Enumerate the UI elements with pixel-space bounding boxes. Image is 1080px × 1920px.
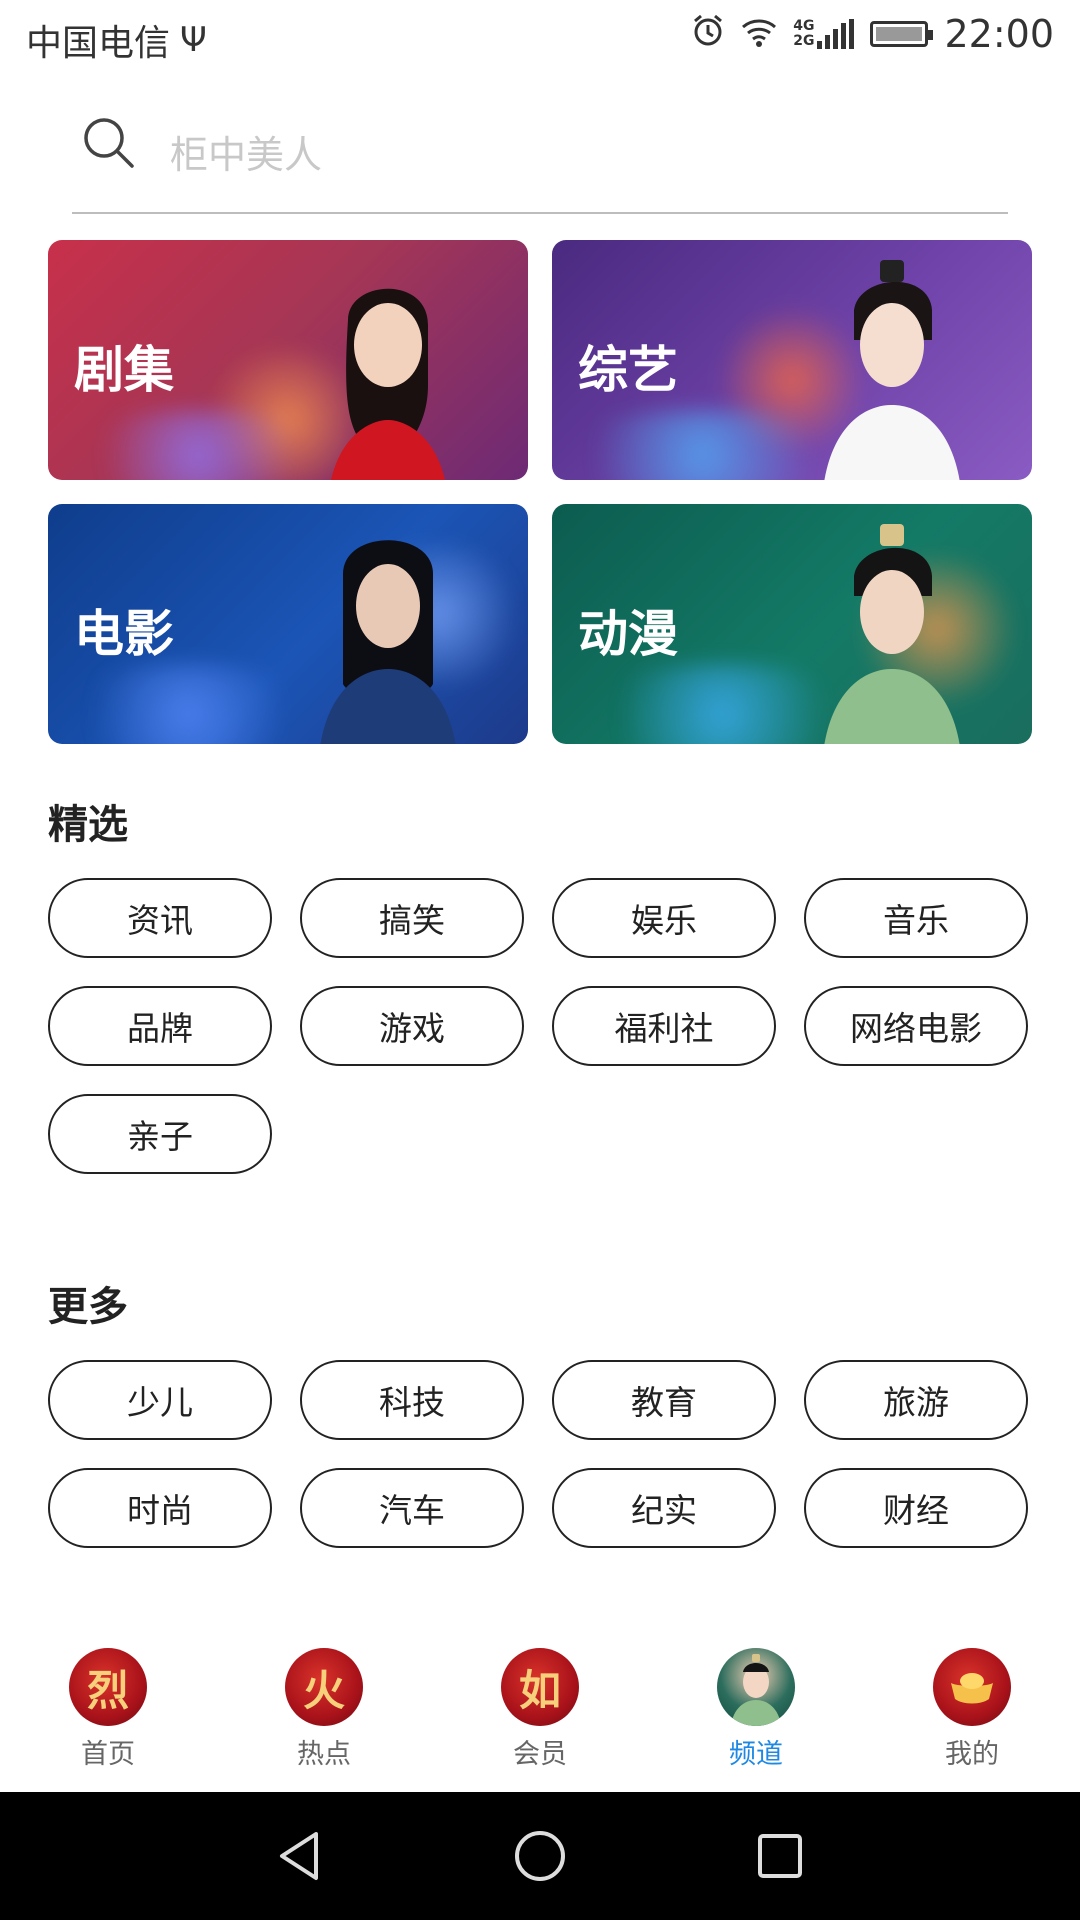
category-card-movie[interactable]: 电影 [48, 504, 528, 744]
tag-button[interactable]: 纪实 [552, 1468, 776, 1548]
channel-avatar-icon [717, 1648, 795, 1726]
actor-image [824, 260, 960, 480]
tag-button[interactable]: 汽车 [300, 1468, 524, 1548]
actor-image [824, 524, 960, 744]
category-label: 动漫 [578, 605, 678, 663]
category-label: 剧集 [74, 341, 174, 399]
nav-item-hot[interactable]: 火 热点 [254, 1648, 394, 1771]
back-icon[interactable] [270, 1826, 330, 1886]
tag-button[interactable]: 资讯 [48, 878, 272, 958]
battery-icon [870, 21, 934, 47]
category-card-series[interactable]: 剧集 [48, 240, 528, 480]
tag-button[interactable]: 旅游 [804, 1360, 1028, 1440]
wifi-icon [741, 12, 777, 56]
tag-button[interactable]: 科技 [300, 1360, 524, 1440]
tag-button[interactable]: 娱乐 [552, 878, 776, 958]
search-bar[interactable] [72, 110, 1008, 214]
signal-icon [814, 19, 855, 49]
gold-ingot-icon [933, 1648, 1011, 1726]
nav-item-vip[interactable]: 如 会员 [470, 1648, 610, 1771]
section-title-more: 更多 [48, 1284, 128, 1330]
fire-icon: 火 [285, 1648, 363, 1726]
tag-button[interactable]: 教育 [552, 1360, 776, 1440]
section-title-featured: 精选 [48, 802, 128, 848]
status-bar: 中国电信 Ψ 4G 2G 22:00 [0, 0, 1080, 74]
category-card-variety[interactable]: 综艺 [552, 240, 1032, 480]
vip-icon: 如 [501, 1648, 579, 1726]
search-input[interactable] [168, 124, 932, 186]
category-label: 综艺 [578, 341, 678, 399]
home-icon: 烈 [69, 1648, 147, 1726]
tag-button[interactable]: 游戏 [300, 986, 524, 1066]
bottom-nav: 烈 首页 火 热点 如 会员 频道 我的 [0, 1630, 1080, 1792]
system-nav-bar [0, 1792, 1080, 1920]
carrier-name: 中国电信 [26, 23, 171, 64]
nav-item-home[interactable]: 烈 首页 [38, 1648, 178, 1771]
tag-button[interactable]: 时尚 [48, 1468, 272, 1548]
nav-label: 我的 [945, 1739, 999, 1770]
category-label: 电影 [74, 605, 174, 663]
tag-button[interactable]: 亲子 [48, 1094, 272, 1174]
nav-item-channels[interactable]: 频道 [686, 1648, 826, 1771]
tag-button[interactable]: 少儿 [48, 1360, 272, 1440]
tag-button[interactable]: 福利社 [552, 986, 776, 1066]
actor-image [331, 288, 445, 480]
category-card-anime[interactable]: 动漫 [552, 504, 1032, 744]
tag-button[interactable]: 网络电影 [804, 986, 1028, 1066]
tag-button[interactable]: 财经 [804, 1468, 1028, 1548]
tag-button[interactable]: 搞笑 [300, 878, 524, 958]
alarm-icon [691, 12, 725, 56]
network-type-label: 4G 2G [793, 18, 815, 49]
tag-button[interactable]: 音乐 [804, 878, 1028, 958]
recents-icon[interactable] [750, 1826, 810, 1886]
nav-label: 会员 [513, 1739, 567, 1770]
nav-label: 首页 [81, 1739, 135, 1770]
clock-time: 22:00 [944, 12, 1054, 56]
nav-label: 热点 [297, 1739, 351, 1770]
usb-icon: Ψ [180, 20, 207, 60]
tag-button[interactable]: 品牌 [48, 986, 272, 1066]
home-circle-icon[interactable] [510, 1826, 570, 1886]
search-icon[interactable] [82, 116, 136, 170]
nav-label: 频道 [729, 1739, 783, 1770]
actor-image [320, 540, 456, 744]
nav-item-mine[interactable]: 我的 [902, 1648, 1042, 1771]
